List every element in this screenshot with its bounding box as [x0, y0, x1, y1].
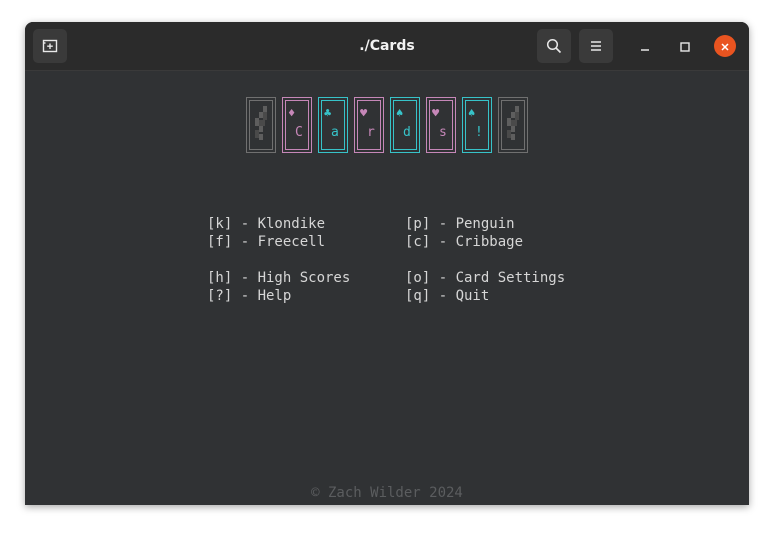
menu-item-card-settings[interactable]: [o] - Card Settings	[405, 269, 565, 287]
new-tab-button[interactable]	[33, 29, 67, 63]
logo-letter: d	[403, 125, 411, 140]
card-back-right	[498, 97, 528, 153]
club-suit-icon: ♣	[324, 106, 332, 120]
spade-suit-icon: ♠	[468, 106, 476, 120]
minimize-icon	[640, 37, 650, 56]
logo-card-exclaim: ♠ !	[462, 97, 492, 153]
menu-item-help[interactable]: [?] - Help	[207, 287, 291, 305]
menu-item-high-scores[interactable]: [h] - High Scores	[207, 269, 350, 287]
logo-letter: s	[439, 125, 447, 140]
terminal-window: ./Cards ♦ C ♣ a ♥ r ♠ d ♥ s ♠ ! [k] - Kl…	[25, 22, 749, 505]
logo-letter: r	[367, 125, 375, 140]
menu-item-quit[interactable]: [q] - Quit	[405, 287, 489, 305]
heart-suit-icon: ♥	[360, 106, 368, 120]
card-back-pattern-icon	[255, 106, 267, 140]
logo-letter: a	[331, 125, 339, 140]
logo-letter: !	[475, 125, 483, 140]
menu-item-cribbage[interactable]: [c] - Cribbage	[405, 233, 523, 251]
logo-card-s: ♥ s	[426, 97, 456, 153]
card-back-pattern-icon	[507, 106, 519, 140]
close-icon	[720, 37, 730, 56]
terminal-content: ♦ C ♣ a ♥ r ♠ d ♥ s ♠ ! [k] - Klondike […	[25, 71, 749, 505]
menu-item-freecell[interactable]: [f] - Freecell	[207, 233, 325, 251]
search-icon	[546, 38, 562, 54]
logo-card-r: ♥ r	[354, 97, 384, 153]
card-back-left	[246, 97, 276, 153]
heart-suit-icon: ♥	[432, 106, 440, 120]
logo-card-c: ♦ C	[282, 97, 312, 153]
logo-card-d: ♠ d	[390, 97, 420, 153]
hamburger-menu-icon	[589, 40, 603, 52]
close-button[interactable]	[714, 35, 736, 57]
maximize-icon	[680, 37, 690, 56]
search-button[interactable]	[537, 29, 571, 63]
maximize-button[interactable]	[674, 35, 696, 57]
logo-letter: C	[295, 125, 303, 140]
minimize-button[interactable]	[634, 35, 656, 57]
menu-item-klondike[interactable]: [k] - Klondike	[207, 215, 325, 233]
spade-suit-icon: ♠	[396, 106, 404, 120]
menu-item-penguin[interactable]: [p] - Penguin	[405, 215, 515, 233]
title-bar: ./Cards	[25, 22, 749, 71]
diamond-suit-icon: ♦	[288, 106, 296, 120]
menu-button[interactable]	[579, 29, 613, 63]
logo-card-a: ♣ a	[318, 97, 348, 153]
new-tab-icon	[42, 38, 58, 54]
copyright-footer: © Zach Wilder 2024	[311, 485, 463, 501]
